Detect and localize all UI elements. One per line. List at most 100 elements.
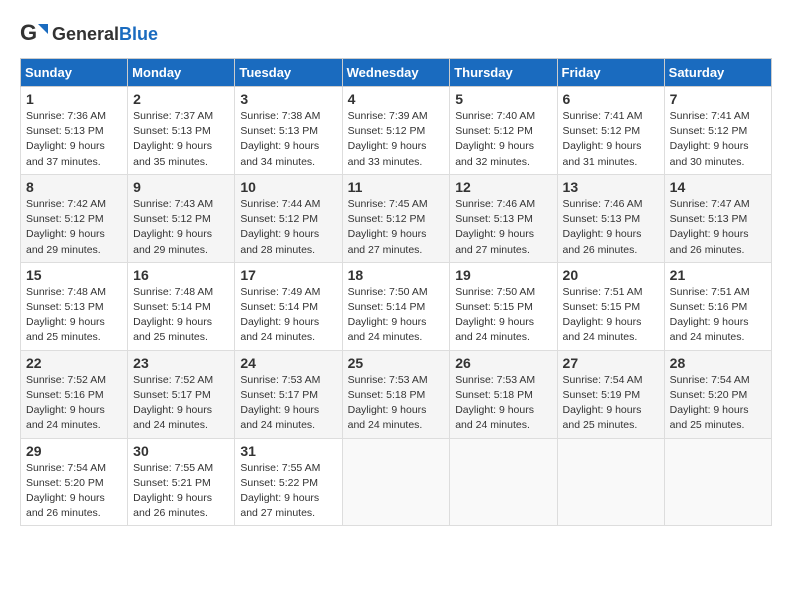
day-info: Sunrise: 7:40 AM Sunset: 5:12 PM Dayligh…: [455, 109, 551, 170]
calendar-day-cell: 18Sunrise: 7:50 AM Sunset: 5:14 PM Dayli…: [342, 262, 450, 350]
calendar-day-cell: 16 Sunrise: 7:48 AM Sunset: 5:14 PM Dayli…: [128, 262, 235, 350]
calendar-day-cell: 20 Sunrise: 7:51 AM Sunset: 5:15 PM Dayli…: [557, 262, 664, 350]
day-number: 11: [348, 179, 445, 195]
calendar-day-cell: 30 Sunrise: 7:55 AM Sunset: 5:21 PM Dayli…: [128, 438, 235, 526]
calendar-header-thursday: Thursday: [450, 59, 557, 87]
calendar-day-cell: 9 Sunrise: 7:43 AM Sunset: 5:12 PM Daylig…: [128, 174, 235, 262]
day-number: 24: [240, 355, 336, 371]
day-number: 29: [26, 443, 122, 459]
calendar-day-cell: 25Sunrise: 7:53 AM Sunset: 5:18 PM Dayli…: [342, 350, 450, 438]
calendar-day-cell: 27 Sunrise: 7:54 AM Sunset: 5:19 PM Dayli…: [557, 350, 664, 438]
day-info: Sunrise: 7:53 AM Sunset: 5:18 PM Dayligh…: [348, 373, 445, 434]
calendar-table: SundayMondayTuesdayWednesdayThursdayFrid…: [20, 58, 772, 526]
day-info: Sunrise: 7:42 AM Sunset: 5:12 PM Dayligh…: [26, 197, 122, 258]
day-info: Sunrise: 7:48 AM Sunset: 5:14 PM Dayligh…: [133, 285, 229, 346]
calendar-day-cell: 31 Sunrise: 7:55 AM Sunset: 5:22 PM Dayli…: [235, 438, 342, 526]
calendar-day-cell: 2 Sunrise: 7:37 AM Sunset: 5:13 PM Daylig…: [128, 87, 235, 175]
day-info: Sunrise: 7:48 AM Sunset: 5:13 PM Dayligh…: [26, 285, 122, 346]
day-number: 17: [240, 267, 336, 283]
day-info: Sunrise: 7:41 AM Sunset: 5:12 PM Dayligh…: [670, 109, 766, 170]
day-number: 23: [133, 355, 229, 371]
day-number: 16: [133, 267, 229, 283]
day-info: Sunrise: 7:43 AM Sunset: 5:12 PM Dayligh…: [133, 197, 229, 258]
calendar-header-saturday: Saturday: [664, 59, 771, 87]
logo-blue-text: Blue: [119, 24, 158, 44]
day-info: Sunrise: 7:54 AM Sunset: 5:20 PM Dayligh…: [26, 461, 122, 522]
day-info: Sunrise: 7:49 AM Sunset: 5:14 PM Dayligh…: [240, 285, 336, 346]
day-number: 19: [455, 267, 551, 283]
calendar-day-cell: 28 Sunrise: 7:54 AM Sunset: 5:20 PM Dayli…: [664, 350, 771, 438]
calendar-day-cell: 12 Sunrise: 7:46 AM Sunset: 5:13 PM Dayli…: [450, 174, 557, 262]
day-info: Sunrise: 7:54 AM Sunset: 5:19 PM Dayligh…: [563, 373, 659, 434]
calendar-day-cell: 14Sunrise: 7:47 AM Sunset: 5:13 PM Dayli…: [664, 174, 771, 262]
day-info: Sunrise: 7:45 AM Sunset: 5:12 PM Dayligh…: [348, 197, 445, 258]
day-info: Sunrise: 7:53 AM Sunset: 5:17 PM Dayligh…: [240, 373, 336, 434]
day-info: Sunrise: 7:55 AM Sunset: 5:22 PM Dayligh…: [240, 461, 336, 522]
calendar-header-wednesday: Wednesday: [342, 59, 450, 87]
calendar-day-cell: 13Sunrise: 7:46 AM Sunset: 5:13 PM Dayli…: [557, 174, 664, 262]
calendar-header-tuesday: Tuesday: [235, 59, 342, 87]
day-number: 10: [240, 179, 336, 195]
calendar-day-cell: 21Sunrise: 7:51 AM Sunset: 5:16 PM Dayli…: [664, 262, 771, 350]
calendar-day-cell: [450, 438, 557, 526]
day-number: 26: [455, 355, 551, 371]
calendar-day-cell: [557, 438, 664, 526]
calendar-day-cell: 11 Sunrise: 7:45 AM Sunset: 5:12 PM Dayli…: [342, 174, 450, 262]
day-number: 22: [26, 355, 122, 371]
logo: G GeneralBlue: [20, 20, 158, 48]
day-info: Sunrise: 7:47 AM Sunset: 5:13 PM Dayligh…: [670, 197, 766, 258]
day-number: 4: [348, 91, 445, 107]
calendar-header-row: SundayMondayTuesdayWednesdayThursdayFrid…: [21, 59, 772, 87]
calendar-day-cell: 3 Sunrise: 7:38 AM Sunset: 5:13 PM Daylig…: [235, 87, 342, 175]
day-number: 21: [670, 267, 766, 283]
day-number: 2: [133, 91, 229, 107]
day-info: Sunrise: 7:36 AM Sunset: 5:13 PM Dayligh…: [26, 109, 122, 170]
calendar-day-cell: 17 Sunrise: 7:49 AM Sunset: 5:14 PM Dayli…: [235, 262, 342, 350]
calendar-week-row: 22 Sunrise: 7:52 AM Sunset: 5:16 PM Dayli…: [21, 350, 772, 438]
day-info: Sunrise: 7:53 AM Sunset: 5:18 PM Dayligh…: [455, 373, 551, 434]
day-number: 8: [26, 179, 122, 195]
day-info: Sunrise: 7:51 AM Sunset: 5:15 PM Dayligh…: [563, 285, 659, 346]
day-info: Sunrise: 7:52 AM Sunset: 5:17 PM Dayligh…: [133, 373, 229, 434]
day-info: Sunrise: 7:39 AM Sunset: 5:12 PM Dayligh…: [348, 109, 445, 170]
day-number: 12: [455, 179, 551, 195]
calendar-week-row: 15 Sunrise: 7:48 AM Sunset: 5:13 PM Dayli…: [21, 262, 772, 350]
calendar-day-cell: 15 Sunrise: 7:48 AM Sunset: 5:13 PM Dayli…: [21, 262, 128, 350]
day-info: Sunrise: 7:41 AM Sunset: 5:12 PM Dayligh…: [563, 109, 659, 170]
logo-icon: G: [20, 20, 48, 48]
day-info: Sunrise: 7:50 AM Sunset: 5:14 PM Dayligh…: [348, 285, 445, 346]
calendar-day-cell: 1 Sunrise: 7:36 AM Sunset: 5:13 PM Daylig…: [21, 87, 128, 175]
day-number: 30: [133, 443, 229, 459]
calendar-day-cell: 22 Sunrise: 7:52 AM Sunset: 5:16 PM Dayli…: [21, 350, 128, 438]
day-number: 5: [455, 91, 551, 107]
calendar-day-cell: 7 Sunrise: 7:41 AM Sunset: 5:12 PM Daylig…: [664, 87, 771, 175]
day-number: 3: [240, 91, 336, 107]
calendar-day-cell: 19Sunrise: 7:50 AM Sunset: 5:15 PM Dayli…: [450, 262, 557, 350]
calendar-day-cell: 6 Sunrise: 7:41 AM Sunset: 5:12 PM Daylig…: [557, 87, 664, 175]
day-number: 9: [133, 179, 229, 195]
day-number: 15: [26, 267, 122, 283]
calendar-day-cell: 10Sunrise: 7:44 AM Sunset: 5:12 PM Dayli…: [235, 174, 342, 262]
day-info: Sunrise: 7:38 AM Sunset: 5:13 PM Dayligh…: [240, 109, 336, 170]
calendar-day-cell: 4 Sunrise: 7:39 AM Sunset: 5:12 PM Daylig…: [342, 87, 450, 175]
day-number: 7: [670, 91, 766, 107]
day-number: 31: [240, 443, 336, 459]
day-info: Sunrise: 7:54 AM Sunset: 5:20 PM Dayligh…: [670, 373, 766, 434]
calendar-week-row: 8 Sunrise: 7:42 AM Sunset: 5:12 PM Daylig…: [21, 174, 772, 262]
calendar-day-cell: [664, 438, 771, 526]
day-info: Sunrise: 7:46 AM Sunset: 5:13 PM Dayligh…: [455, 197, 551, 258]
day-number: 27: [563, 355, 659, 371]
calendar-header-friday: Friday: [557, 59, 664, 87]
day-info: Sunrise: 7:37 AM Sunset: 5:13 PM Dayligh…: [133, 109, 229, 170]
page-header: G GeneralBlue: [20, 20, 772, 48]
calendar-day-cell: 24 Sunrise: 7:53 AM Sunset: 5:17 PM Dayli…: [235, 350, 342, 438]
calendar-day-cell: 5 Sunrise: 7:40 AM Sunset: 5:12 PM Daylig…: [450, 87, 557, 175]
day-number: 28: [670, 355, 766, 371]
calendar-week-row: 1 Sunrise: 7:36 AM Sunset: 5:13 PM Daylig…: [21, 87, 772, 175]
day-info: Sunrise: 7:55 AM Sunset: 5:21 PM Dayligh…: [133, 461, 229, 522]
calendar-week-row: 29 Sunrise: 7:54 AM Sunset: 5:20 PM Dayli…: [21, 438, 772, 526]
day-number: 1: [26, 91, 122, 107]
day-number: 6: [563, 91, 659, 107]
day-number: 20: [563, 267, 659, 283]
day-info: Sunrise: 7:52 AM Sunset: 5:16 PM Dayligh…: [26, 373, 122, 434]
